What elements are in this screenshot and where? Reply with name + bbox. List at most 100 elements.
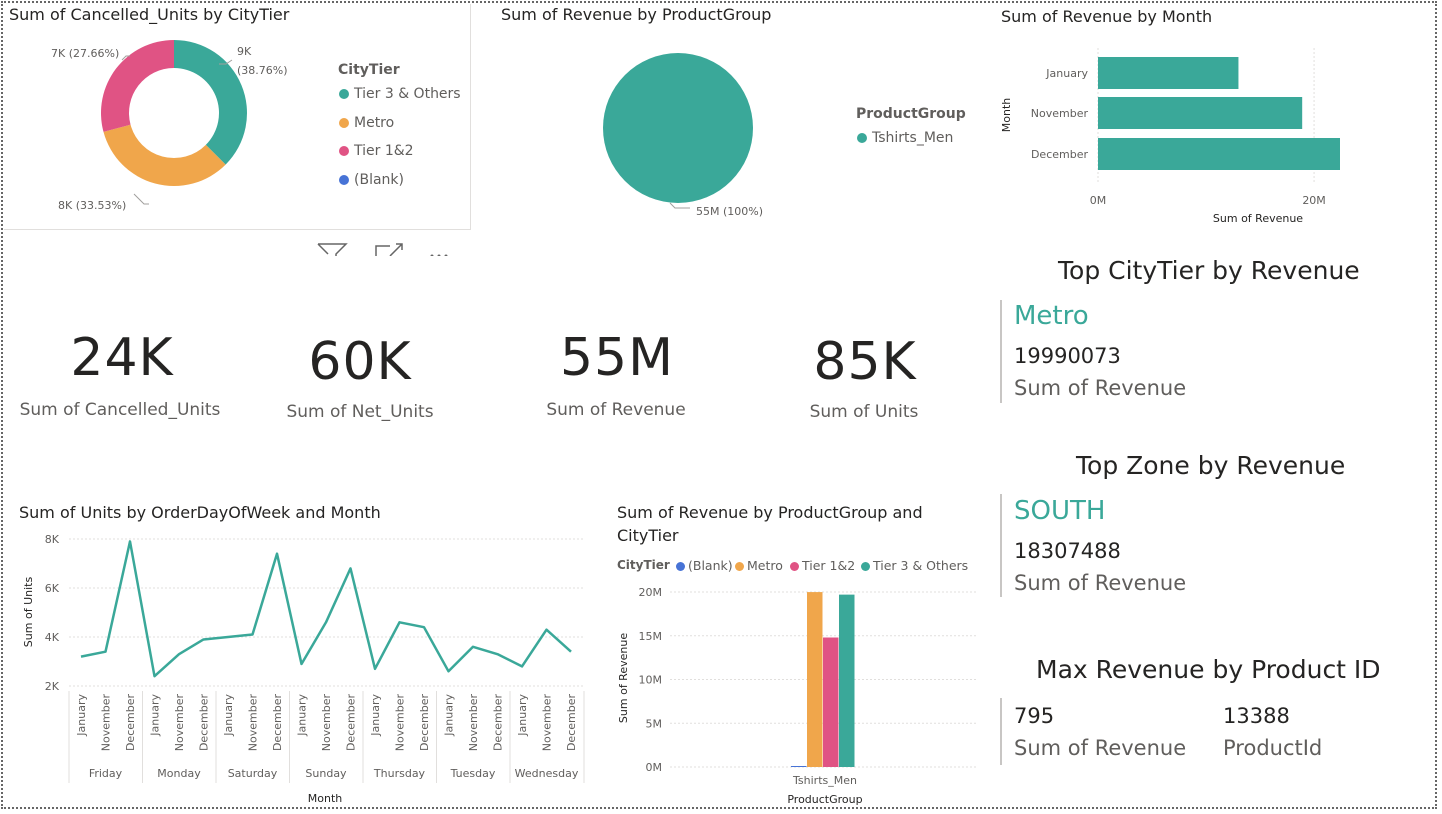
cluster-legend-title: CityTier — [617, 558, 670, 572]
visual-header-icons — [316, 240, 466, 256]
donut-label-tier3-pct: (38.76%) — [237, 64, 288, 77]
cluster-ylabel: Sum of Revenue — [617, 633, 630, 723]
pie-legend-dot — [857, 133, 867, 143]
month-tick-november: November — [1031, 107, 1089, 120]
pie-slice-tshirts-men[interactable] — [603, 53, 753, 203]
line-chart[interactable]: 8K 6K 4K 2K Sum of Units January November Decem… — [14, 526, 594, 808]
legend-label: Metro — [747, 558, 783, 573]
line-month-tick: January — [369, 694, 382, 737]
top-citytier-value: 19990073 — [1014, 344, 1121, 368]
line-month-tick: December — [271, 694, 284, 752]
pie-legend-label: Tshirts_Men — [872, 130, 954, 146]
filter-icon[interactable] — [317, 243, 348, 256]
donut-chart[interactable]: 9K (38.76%) 8K (33.53%) 7K (27.66%) — [4, 26, 334, 226]
month-bar-november[interactable] — [1098, 97, 1303, 129]
cluster-title-line2: CityTier — [617, 526, 679, 545]
donut-legend-item--blank-[interactable]: (Blank) — [339, 172, 404, 188]
line-month-tick: January — [296, 694, 309, 737]
pie-leader-line — [669, 202, 690, 209]
donut-legend-item-tier-1-2[interactable]: Tier 1&2 — [339, 143, 414, 159]
line-ytick: 2K — [45, 680, 60, 693]
legend-label: Tier 1&2 — [354, 143, 414, 159]
line-month-tick: January — [443, 694, 456, 737]
top-zone-title: Top Zone by Revenue — [1076, 451, 1346, 480]
legend-dot — [339, 174, 349, 185]
pie-product-chart[interactable]: 55M (100%) — [560, 40, 810, 230]
donut-leader-2 — [133, 193, 149, 205]
month-ylabel: Month — [1000, 98, 1013, 133]
cluster-legend-item-tier-1-2[interactable]: Tier 1&2 — [790, 558, 855, 573]
top-zone-category: SOUTH — [1014, 496, 1106, 526]
month-bar-title: Sum of Revenue by Month — [1001, 7, 1213, 26]
pie-legend-item-tshirts-men[interactable]: Tshirts_Men — [857, 130, 953, 146]
legend-label: (Blank) — [688, 558, 733, 573]
donut-slice-tier-3-others[interactable] — [174, 40, 247, 165]
legend-dot — [861, 562, 870, 571]
donut-legend-item-metro[interactable]: Metro — [339, 115, 394, 131]
cluster-ytick: 0M — [646, 761, 663, 774]
line-group-friday: Friday — [89, 767, 123, 780]
card-units-label: Sum of Units — [809, 402, 919, 422]
month-tick-december: December — [1031, 148, 1089, 161]
card-revenue-value: 55M — [559, 328, 675, 388]
card-cancelled-label: Sum of Cancelled_Units — [19, 400, 221, 420]
cluster-legend-item--blank-[interactable]: (Blank) — [676, 558, 733, 573]
month-tick-january: January — [1045, 67, 1088, 80]
month-xlabel: Sum of Revenue — [1213, 212, 1303, 225]
cluster-bar-tier-1-2[interactable] — [823, 637, 839, 768]
card-revenue-label: Sum of Revenue — [546, 400, 686, 420]
line-month-tick: November — [173, 694, 186, 752]
month-bar-december[interactable] — [1098, 138, 1340, 170]
pie-product-title: Sum of Revenue by ProductGroup — [501, 5, 772, 24]
month-bar-january[interactable] — [1098, 57, 1239, 89]
legend-label: Tier 3 & Others — [354, 86, 461, 102]
cluster-title-line1: Sum of Revenue by ProductGroup and — [617, 503, 923, 522]
cluster-legend-item-tier-3-others[interactable]: Tier 3 & Others — [861, 558, 968, 573]
month-xtick: 0M — [1090, 194, 1107, 207]
line-month-tick: January — [222, 694, 235, 737]
donut-slice-metro[interactable] — [103, 124, 226, 186]
cluster-bar-metro[interactable] — [807, 592, 823, 767]
legend-dot — [735, 562, 744, 571]
line-group-monday: Monday — [157, 767, 201, 780]
line-series-units[interactable] — [80, 540, 572, 678]
visual-header-icon-shapes — [317, 243, 448, 257]
more-options-icon[interactable] — [430, 254, 434, 257]
line-ylabel: Sum of Units — [22, 577, 35, 648]
cluster-xtick: Tshirts_Men — [792, 774, 857, 787]
donut-label-metro: 8K (33.53%) — [58, 199, 126, 212]
month-xtick: 20M — [1302, 194, 1326, 207]
max-product-accent — [1000, 698, 1002, 765]
cluster-ytick: 15M — [639, 630, 663, 643]
cluster-legend-item-metro[interactable]: Metro — [735, 558, 783, 573]
legend-dot — [339, 146, 349, 156]
donut-legend-item-tier-3-others[interactable]: Tier 3 & Others — [339, 86, 461, 102]
donut-legend-title: CityTier — [338, 62, 400, 78]
line-month-tick: November — [320, 694, 333, 752]
line-group-wednesday: Wednesday — [515, 767, 579, 780]
cluster-chart[interactable]: 20M 15M 10M 5M 0M Sum of Revenue Tshirts_Men Pr… — [608, 578, 988, 808]
max-product-title: Max Revenue by Product ID — [1036, 655, 1381, 684]
line-month-tick: December — [124, 694, 137, 752]
card-units-value: 85K — [813, 332, 917, 392]
focus-mode-icon[interactable] — [375, 243, 403, 256]
line-month-tick: December — [418, 694, 431, 752]
line-group-saturday: Saturday — [228, 767, 278, 780]
line-ytick: 4K — [45, 631, 60, 644]
card-cancelled-value: 24K — [70, 328, 174, 388]
more-options-dot-3 — [444, 254, 448, 256]
cluster-ytick: 5M — [646, 717, 663, 730]
pie-legend-title: ProductGroup — [856, 106, 966, 122]
line-month-tick: November — [100, 694, 113, 752]
max-product-id-label: ProductId — [1223, 736, 1323, 760]
cluster-bar--blank-[interactable] — [791, 766, 807, 767]
pie-data-label: 55M (100%) — [696, 205, 763, 218]
cluster-bar-tier-3-others[interactable] — [839, 594, 855, 767]
donut-title: Sum of Cancelled_Units by CityTier — [9, 5, 290, 24]
more-options-dot-2 — [437, 254, 441, 256]
month-bar-chart[interactable]: January November December 0M 20M Sum of Reven… — [995, 40, 1425, 230]
line-ytick: 8K — [45, 533, 60, 546]
top-citytier-title: Top CityTier by Revenue — [1058, 256, 1360, 285]
line-month-tick: January — [75, 694, 88, 737]
legend-label: Tier 1&2 — [802, 558, 856, 573]
